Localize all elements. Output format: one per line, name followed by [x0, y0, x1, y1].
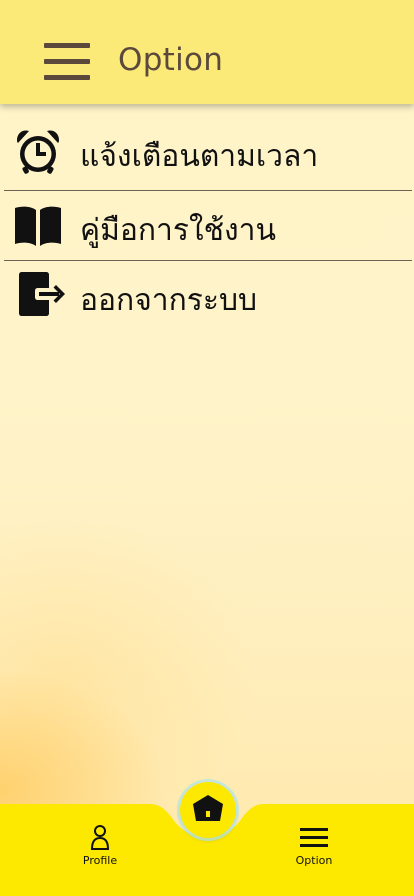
menu-item-label: คู่มือการใช้งาน — [80, 213, 276, 248]
app-header: Option — [0, 0, 414, 104]
menu-item-label: ออกจากระบบ — [80, 283, 258, 318]
home-icon — [193, 795, 223, 821]
nav-profile[interactable]: Profile — [62, 824, 138, 867]
nav-option-label: Option — [295, 854, 333, 867]
menu-item-label: แจ้งเตือนตามเวลา — [80, 139, 319, 174]
home-button[interactable] — [180, 782, 236, 838]
menu-icon — [300, 828, 328, 847]
book-icon — [15, 206, 61, 246]
page-title: Option — [118, 42, 224, 78]
menu-item-logout[interactable]: ออกจากระบบ — [0, 262, 414, 332]
menu-item-alarm[interactable]: แจ้งเตือนตามเวลา — [0, 118, 414, 188]
alarm-clock-icon — [17, 130, 59, 174]
option-menu: แจ้งเตือนตามเวลา คู่มือการใช้งาน ออกจากร… — [0, 118, 414, 332]
nav-option[interactable]: Option — [276, 826, 352, 867]
nav-profile-label: Profile — [82, 854, 118, 867]
menu-divider — [4, 190, 412, 191]
menu-divider — [4, 260, 412, 261]
profile-icon — [90, 825, 110, 850]
logout-icon — [19, 272, 65, 316]
hamburger-menu-icon[interactable] — [44, 43, 90, 81]
menu-item-manual[interactable]: คู่มือการใช้งาน — [0, 192, 414, 262]
